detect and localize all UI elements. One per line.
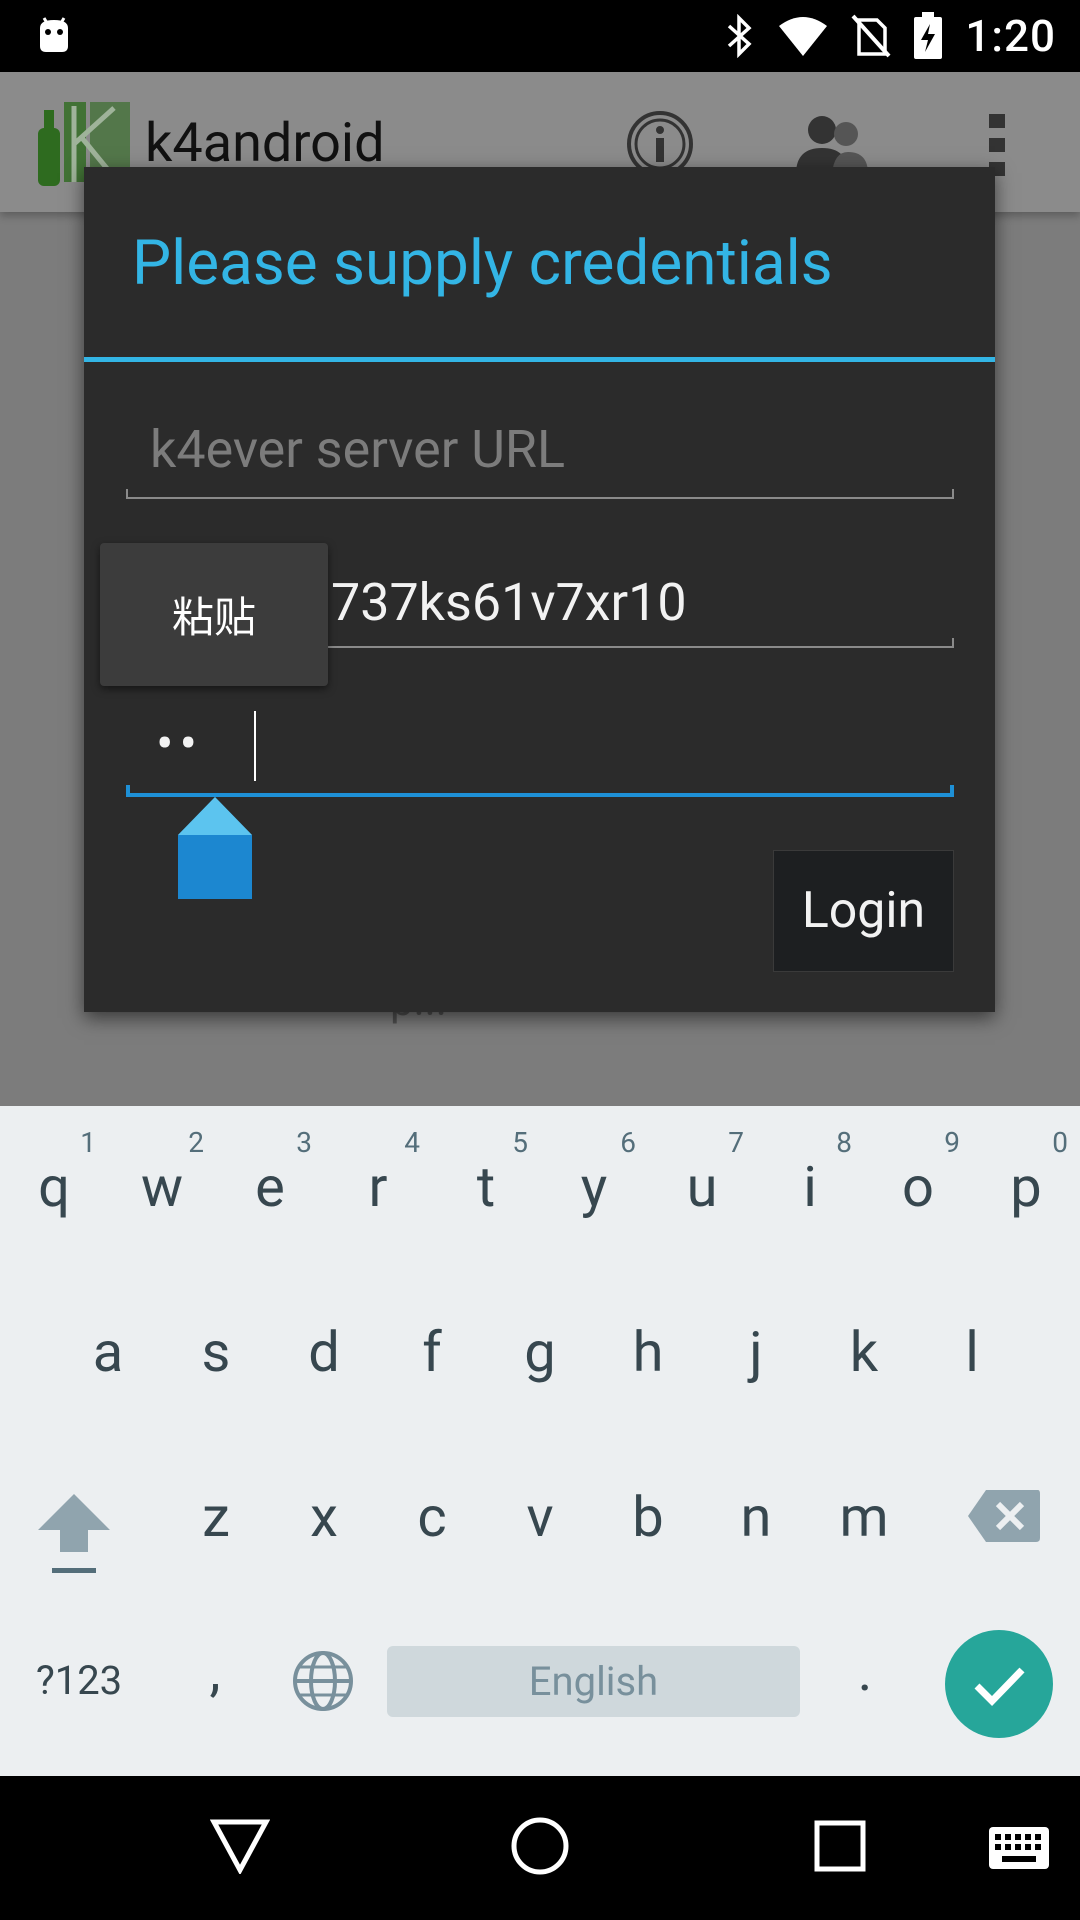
globe-icon[interactable]	[292, 1650, 354, 1712]
key-y[interactable]: 6y	[540, 1106, 648, 1266]
key-c[interactable]: c	[378, 1436, 486, 1596]
comma-key[interactable]: ,	[180, 1631, 250, 1711]
android-notification-icon	[40, 17, 68, 52]
no-sim-icon	[851, 14, 891, 58]
home-icon[interactable]	[510, 1816, 570, 1876]
key-t[interactable]: 5t	[432, 1106, 540, 1266]
key-g[interactable]: g	[486, 1271, 594, 1431]
key-q[interactable]: 1q	[0, 1106, 108, 1266]
status-bar: 1:20	[0, 0, 1080, 72]
key-s[interactable]: s	[162, 1271, 270, 1431]
keyboard-icon[interactable]	[988, 1826, 1050, 1870]
done-key[interactable]	[945, 1630, 1053, 1738]
login-button[interactable]: Login	[773, 850, 954, 972]
key-a[interactable]: a	[54, 1271, 162, 1431]
backspace-icon[interactable]	[966, 1488, 1042, 1544]
checkmark-icon	[974, 1667, 1025, 1706]
key-j[interactable]: j	[702, 1271, 810, 1431]
key-n[interactable]: n	[702, 1436, 810, 1596]
key-m[interactable]: m	[810, 1436, 918, 1596]
dialog-title: Please supply credentials	[132, 227, 833, 300]
symbols-key[interactable]: ?123	[14, 1646, 144, 1716]
key-x[interactable]: x	[270, 1436, 378, 1596]
shift-icon[interactable]	[36, 1486, 112, 1576]
battery-charging-icon	[914, 12, 943, 59]
text-selection-handle[interactable]	[176, 795, 254, 903]
key-z[interactable]: z	[162, 1436, 270, 1596]
password-value: ••	[156, 713, 204, 774]
key-w[interactable]: 2w	[108, 1106, 216, 1266]
key-d[interactable]: d	[270, 1271, 378, 1431]
navigation-bar	[0, 1776, 1080, 1920]
key-b[interactable]: b	[594, 1436, 702, 1596]
username-value: 737ks61v7xr10	[331, 572, 687, 633]
wifi-icon	[779, 17, 828, 56]
key-i[interactable]: 8i	[756, 1106, 864, 1266]
space-key[interactable]: English	[387, 1646, 800, 1717]
soft-keyboard: 1q 2w 3e 4r 5t 6y 7u 8i 9o 0p a s d f g …	[0, 1106, 1080, 1776]
server-url-underline	[126, 489, 954, 499]
clock: 1:20	[965, 10, 1056, 62]
key-h[interactable]: h	[594, 1271, 702, 1431]
paste-button[interactable]: 粘贴	[100, 543, 328, 686]
key-u[interactable]: 7u	[648, 1106, 756, 1266]
key-r[interactable]: 4r	[324, 1106, 432, 1266]
key-f[interactable]: f	[378, 1271, 486, 1431]
text-cursor	[254, 711, 256, 781]
period-key[interactable]: .	[830, 1631, 900, 1711]
bluetooth-icon	[728, 14, 752, 58]
key-v[interactable]: v	[486, 1436, 594, 1596]
key-e[interactable]: 3e	[216, 1106, 324, 1266]
server-url-placeholder: k4ever server URL	[150, 419, 565, 480]
server-url-field[interactable]: k4ever server URL	[126, 407, 954, 499]
app-title: k4android	[145, 112, 385, 175]
key-p[interactable]: 0p	[972, 1106, 1080, 1266]
key-l[interactable]: l	[918, 1271, 1026, 1431]
password-field[interactable]: ••	[126, 697, 954, 797]
recents-icon[interactable]	[814, 1820, 866, 1872]
key-o[interactable]: 9o	[864, 1106, 972, 1266]
dialog-title-divider	[84, 357, 995, 362]
key-k[interactable]: k	[810, 1271, 918, 1431]
back-icon[interactable]	[210, 1818, 270, 1874]
